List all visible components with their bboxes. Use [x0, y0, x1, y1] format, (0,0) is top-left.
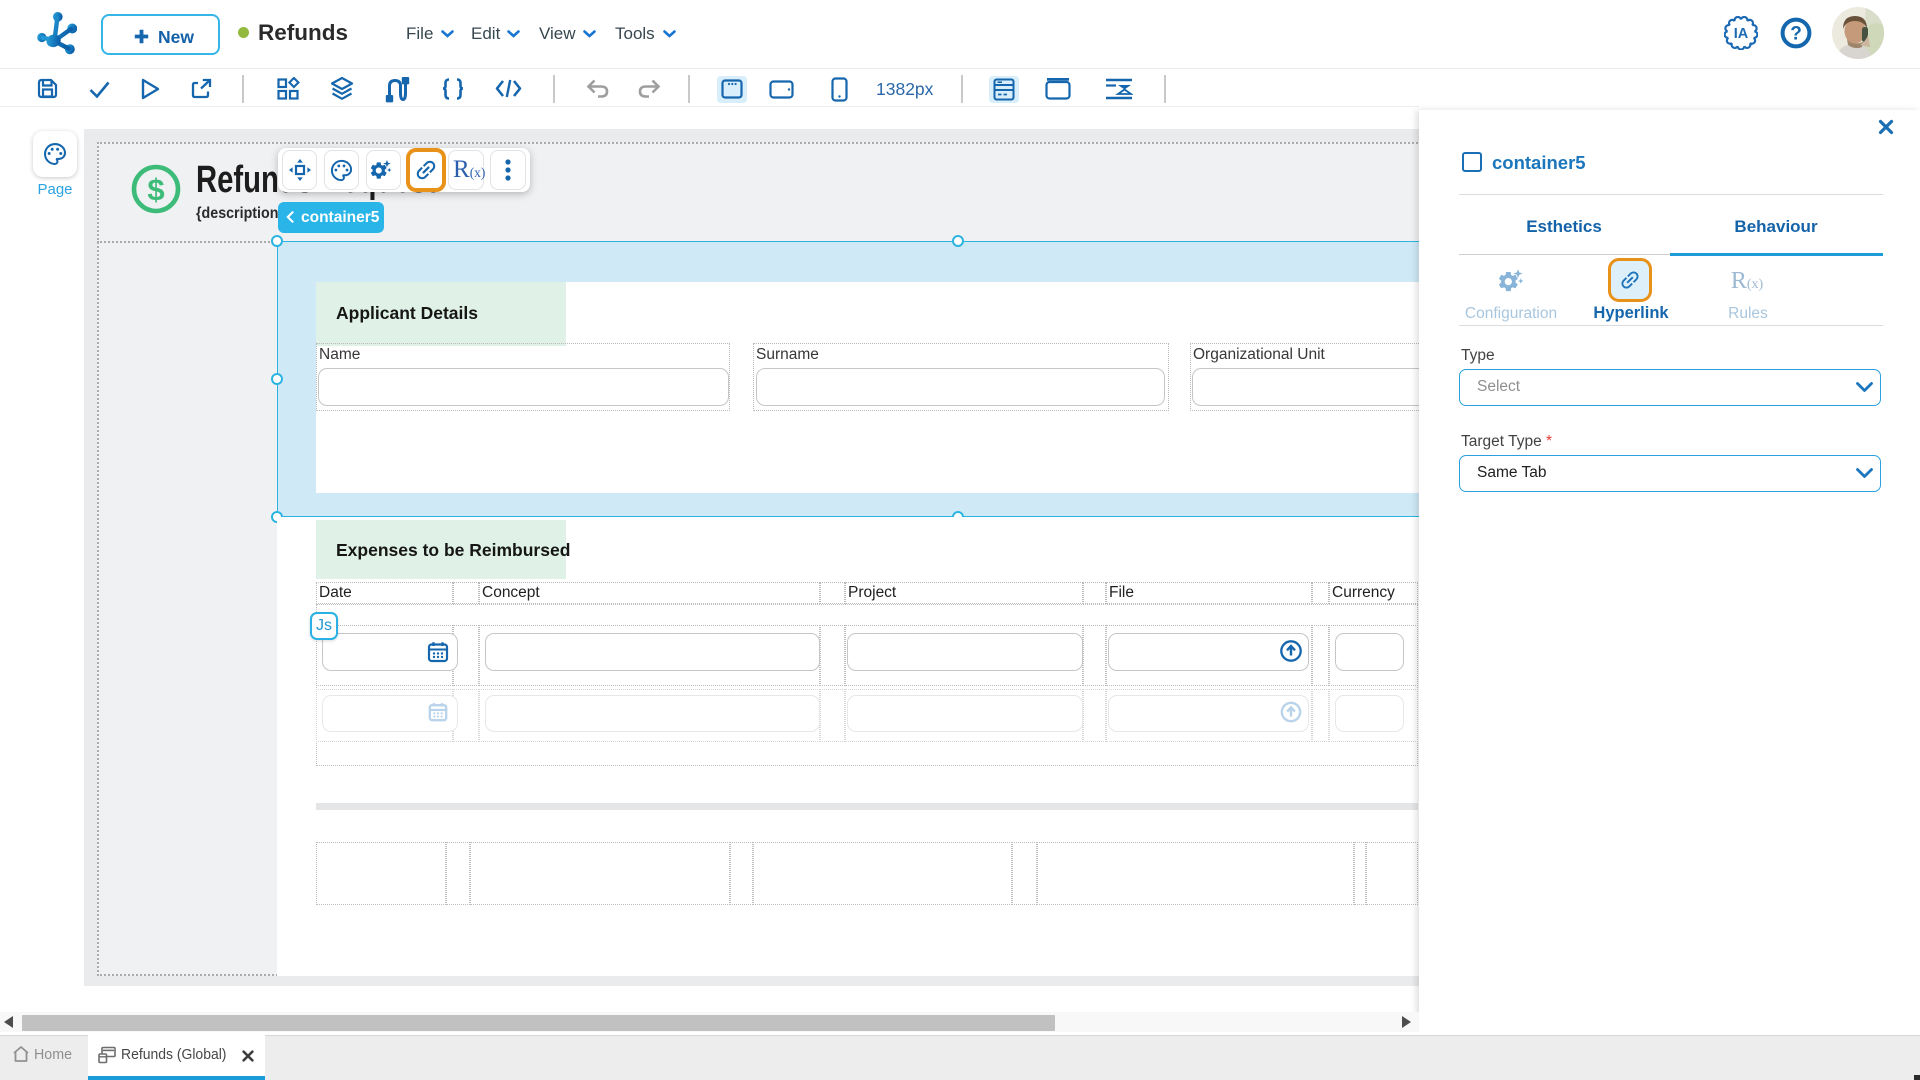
svg-text:?: ?	[1790, 24, 1802, 45]
svg-text:$: $	[147, 172, 164, 207]
svg-text:IA: IA	[1734, 26, 1749, 42]
